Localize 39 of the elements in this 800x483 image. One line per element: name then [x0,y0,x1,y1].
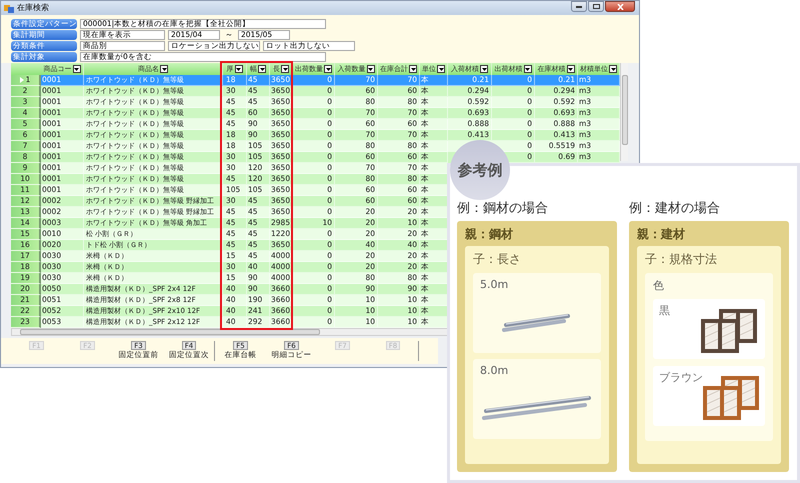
window-title: 在庫検索 [17,3,49,13]
vertical-scrollbar[interactable] [620,63,628,161]
filter-dropdown-button[interactable] [480,65,488,73]
variant-label: 黒 [659,304,670,319]
steel-pipe-drawing [502,311,572,333]
close-button[interactable] [605,1,635,12]
filter-dropdown-button[interactable] [609,65,617,73]
variant-label: ブラウン [659,371,703,386]
filter-dropdown-button[interactable] [366,65,374,73]
example-title: 例：建材の場合 [629,201,721,217]
parent-label: 親：鋼材 [465,227,514,242]
filter-dropdown-button[interactable] [281,65,289,73]
maximize-button[interactable] [588,1,604,12]
variant-label: 5.0m [480,278,510,291]
filter-dropdown-button[interactable] [566,65,574,73]
filter-dropdown-button[interactable] [524,65,532,73]
example-title: 例：鋼材の場合 [457,201,549,217]
parent-label: 親：建材 [637,227,686,242]
child-label: 子：規格寸法 [645,252,718,267]
maximize-icon [592,4,600,9]
horizontal-scrollbar[interactable] [11,328,448,336]
window-frame-drawing [701,309,759,355]
minimize-button[interactable] [571,1,587,12]
variant-label: 8.0m [480,364,510,377]
filter-dropdown-button[interactable] [258,65,266,73]
filter-dropdown-button[interactable] [409,65,417,73]
range-separator: ～ [224,30,234,40]
minimize-icon [576,6,582,8]
window-frame-drawing [703,376,761,422]
close-icon [616,4,624,10]
filter-dropdown-button[interactable] [324,65,332,73]
filter-dropdown-button[interactable] [234,65,242,73]
row-pointer-icon [20,77,24,83]
filter-dropdown-button[interactable] [72,65,80,73]
child-label: 子：長さ [473,252,522,267]
filter-dropdown-button[interactable] [437,65,445,73]
app-icon [4,3,14,13]
attribute-label: 色 [653,279,665,292]
filter-dropdown-button[interactable] [160,65,168,73]
